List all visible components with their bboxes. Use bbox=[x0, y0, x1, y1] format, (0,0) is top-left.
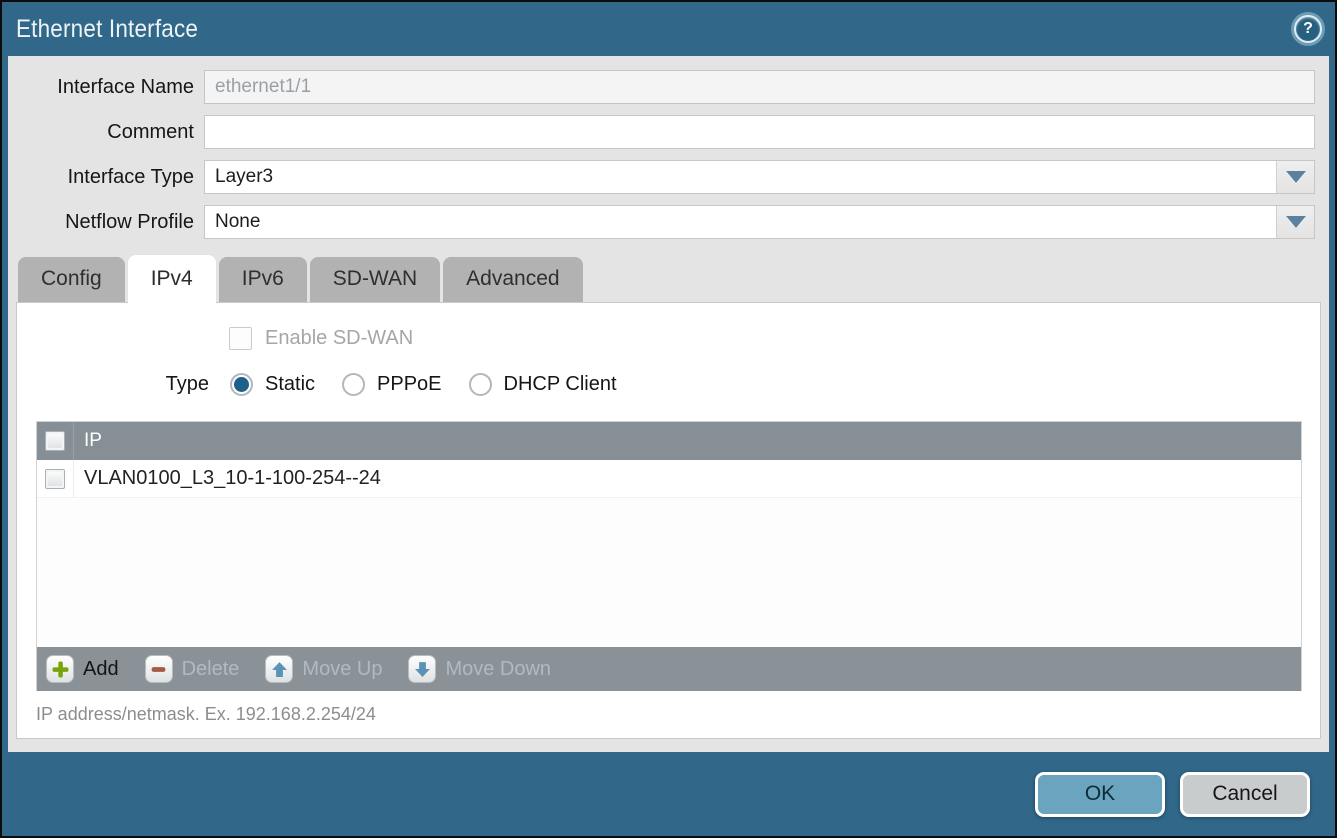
tab-sdwan[interactable]: SD-WAN bbox=[310, 257, 440, 302]
ip-column-header: IP bbox=[74, 422, 102, 460]
ip-cell[interactable]: VLAN0100_L3_10-1-100-254--24 bbox=[74, 460, 381, 497]
ip-table-body: VLAN0100_L3_10-1-100-254--24 bbox=[37, 460, 1301, 647]
netflow-profile-value: None bbox=[205, 211, 1276, 233]
form-row-interface-type: Interface Type Layer3 bbox=[8, 160, 1315, 194]
help-icon[interactable]: ? bbox=[1294, 15, 1322, 43]
radio-option-static[interactable]: Static bbox=[230, 373, 315, 396]
radio-pppoe-label: PPPoE bbox=[377, 373, 441, 396]
move-down-button-label: Move Down bbox=[445, 658, 551, 681]
comment-label: Comment bbox=[8, 121, 204, 144]
table-toolbar: Add Delete bbox=[37, 647, 1301, 691]
select-all-checkbox[interactable] bbox=[45, 431, 65, 451]
row-checkbox[interactable] bbox=[45, 469, 65, 489]
delete-button[interactable]: Delete bbox=[145, 655, 240, 683]
tab-strip: Config IPv4 IPv6 SD-WAN Advanced bbox=[18, 250, 1329, 302]
radio-static[interactable] bbox=[230, 373, 253, 396]
radio-pppoe[interactable] bbox=[342, 373, 365, 396]
radio-option-dhcp-client[interactable]: DHCP Client bbox=[469, 373, 617, 396]
header-checkbox-cell bbox=[37, 422, 74, 460]
interface-name-label: Interface Name bbox=[8, 76, 204, 99]
ethernet-interface-dialog: Ethernet Interface ? Interface Name ethe… bbox=[0, 0, 1337, 838]
cancel-button[interactable]: Cancel bbox=[1180, 772, 1310, 817]
minus-icon bbox=[145, 655, 173, 683]
radio-option-pppoe[interactable]: PPPoE bbox=[342, 373, 441, 396]
type-label: Type bbox=[17, 373, 217, 396]
title-bar: Ethernet Interface ? bbox=[2, 2, 1335, 56]
enable-sdwan-row: Enable SD-WAN bbox=[229, 327, 1320, 350]
add-button-label: Add bbox=[83, 658, 119, 681]
interface-name-field: ethernet1/1 bbox=[204, 70, 1315, 104]
dialog-body: Interface Name ethernet1/1 Comment Inter… bbox=[8, 56, 1329, 752]
interface-type-value: Layer3 bbox=[205, 166, 1276, 188]
dialog-title: Ethernet Interface bbox=[16, 15, 198, 44]
enable-sdwan-checkbox[interactable] bbox=[229, 327, 252, 350]
comment-field[interactable] bbox=[204, 115, 1315, 149]
table-row[interactable]: VLAN0100_L3_10-1-100-254--24 bbox=[37, 460, 1301, 498]
ipv4-tab-panel: Enable SD-WAN Type Static PPPoE DHCP Cli… bbox=[16, 302, 1321, 739]
ip-table: IP VLAN0100_L3_10-1-100-254--24 bbox=[36, 421, 1302, 691]
interface-type-dropdown-button[interactable] bbox=[1276, 161, 1314, 193]
ip-hint-text: IP address/netmask. Ex. 192.168.2.254/24 bbox=[36, 704, 1320, 725]
interface-type-label: Interface Type bbox=[8, 166, 204, 189]
enable-sdwan-label: Enable SD-WAN bbox=[265, 327, 413, 350]
type-row: Type Static PPPoE DHCP Client bbox=[17, 373, 1320, 396]
add-button[interactable]: Add bbox=[46, 655, 119, 683]
netflow-profile-label: Netflow Profile bbox=[8, 211, 204, 234]
arrow-down-icon bbox=[408, 655, 436, 683]
chevron-down-icon bbox=[1286, 216, 1306, 228]
tab-ipv6[interactable]: IPv6 bbox=[219, 257, 307, 302]
radio-dhcp-client-label: DHCP Client bbox=[504, 373, 617, 396]
ip-table-header: IP bbox=[37, 422, 1301, 460]
form-row-interface-name: Interface Name ethernet1/1 bbox=[8, 70, 1315, 104]
chevron-down-icon bbox=[1286, 171, 1306, 183]
arrow-up-icon bbox=[265, 655, 293, 683]
netflow-profile-dropdown-button[interactable] bbox=[1276, 206, 1314, 238]
row-checkbox-cell bbox=[37, 460, 74, 497]
move-up-button-label: Move Up bbox=[302, 658, 382, 681]
netflow-profile-dropdown[interactable]: None bbox=[204, 205, 1315, 239]
radio-static-label: Static bbox=[265, 373, 315, 396]
move-down-button[interactable]: Move Down bbox=[408, 655, 551, 683]
radio-dhcp-client[interactable] bbox=[469, 373, 492, 396]
form-row-netflow-profile: Netflow Profile None bbox=[8, 205, 1315, 239]
dialog-footer: OK Cancel bbox=[2, 752, 1335, 836]
tab-advanced[interactable]: Advanced bbox=[443, 257, 582, 302]
tab-config[interactable]: Config bbox=[18, 257, 125, 302]
delete-button-label: Delete bbox=[182, 658, 240, 681]
plus-icon bbox=[46, 655, 74, 683]
ok-button[interactable]: OK bbox=[1035, 772, 1165, 817]
tab-ipv4[interactable]: IPv4 bbox=[128, 255, 216, 304]
interface-type-dropdown[interactable]: Layer3 bbox=[204, 160, 1315, 194]
form-row-comment: Comment bbox=[8, 115, 1315, 149]
interface-name-value: ethernet1/1 bbox=[205, 76, 1314, 98]
move-up-button[interactable]: Move Up bbox=[265, 655, 382, 683]
